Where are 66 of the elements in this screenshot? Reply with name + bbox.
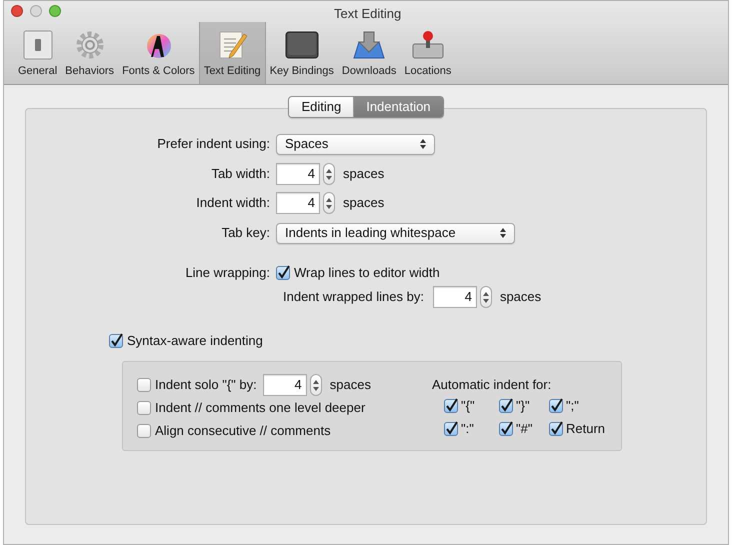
checkbox[interactable]: [137, 424, 151, 438]
checkbox[interactable]: [549, 422, 563, 436]
field-label: Indent wrapped lines by:: [283, 288, 424, 306]
download-icon: [352, 30, 386, 60]
toolbar-item[interactable]: Text Editing: [198, 22, 266, 84]
unit-label: spaces: [343, 194, 384, 212]
checkbox-label: "}": [516, 396, 530, 415]
number-field[interactable]: 4: [276, 192, 320, 214]
gear-icon: [74, 30, 106, 60]
joystick-icon: [410, 30, 445, 60]
checkbox-label: ";": [566, 396, 579, 415]
updown-arrows-icon: [312, 380, 319, 390]
checkbox-label: "#": [516, 420, 532, 438]
section-label: Automatic indent for:: [432, 376, 552, 394]
field-label: Tab key:: [220, 224, 271, 242]
tab[interactable]: Editing: [289, 97, 354, 117]
toolbar-item[interactable]: Downloads: [338, 22, 400, 84]
checkbox-label: "{": [461, 396, 475, 415]
popup-button[interactable]: Spaces: [276, 134, 435, 154]
checkbox[interactable]: [549, 398, 563, 412]
stepper[interactable]: [323, 163, 335, 185]
field-label: Line wrapping:: [184, 264, 271, 282]
checkbox[interactable]: [444, 422, 458, 436]
stepper[interactable]: [480, 286, 492, 308]
updown-arrows-icon: [326, 168, 332, 180]
number-field[interactable]: 4: [276, 163, 320, 185]
checkbox-label: ":": [461, 420, 474, 438]
checkbox[interactable]: [137, 401, 151, 415]
number-field[interactable]: 4: [432, 286, 477, 308]
field-label: Indent width:: [195, 194, 271, 212]
zoom-button[interactable]: [49, 4, 61, 17]
unit-label: spaces: [500, 288, 542, 306]
close-button[interactable]: [11, 4, 23, 17]
tab[interactable]: Indentation: [354, 97, 443, 117]
popup-button[interactable]: Indents in leading whitespace: [276, 222, 515, 244]
field-label: Tab width:: [210, 165, 271, 184]
checkbox-label: Syntax-aware indenting: [127, 332, 263, 350]
field-label: Prefer indent using:: [156, 135, 271, 154]
updown-arrows-icon: [482, 292, 489, 302]
checkbox-label: Indent solo "{" by:: [155, 376, 257, 394]
window-title: Text Editing: [334, 5, 402, 23]
number-field[interactable]: 4: [262, 374, 307, 396]
unit-label: spaces: [330, 376, 371, 394]
updown-icon: [420, 139, 426, 149]
checkbox-label: Wrap lines to editor width: [294, 264, 440, 282]
checkbox[interactable]: [137, 378, 151, 392]
stepper[interactable]: [310, 374, 322, 396]
toolbar-item[interactable]: Fonts & Colors: [118, 22, 199, 84]
checkbox-label: Return: [566, 420, 606, 438]
key-icon: [284, 30, 319, 60]
updown-arrows-icon: [326, 198, 332, 208]
checkbox[interactable]: [276, 266, 290, 280]
checkbox[interactable]: [499, 398, 513, 412]
checkbox[interactable]: [444, 398, 458, 412]
checkbox[interactable]: [109, 334, 123, 348]
checkbox-label: Indent // comments one level deeper: [155, 399, 366, 418]
toolbar-item[interactable]: Locations: [400, 22, 456, 84]
toolbar-item[interactable]: Key Bindings: [266, 22, 338, 84]
unit-label: spaces: [343, 165, 384, 184]
checkbox-label: Align consecutive // comments: [155, 422, 331, 440]
checkbox[interactable]: [499, 422, 513, 436]
switch-icon: [22, 30, 54, 60]
stepper[interactable]: [323, 192, 335, 214]
toolbar-item[interactable]: General: [14, 22, 62, 84]
toolbar-item[interactable]: Behaviors: [61, 22, 118, 84]
updown-icon: [500, 228, 506, 238]
